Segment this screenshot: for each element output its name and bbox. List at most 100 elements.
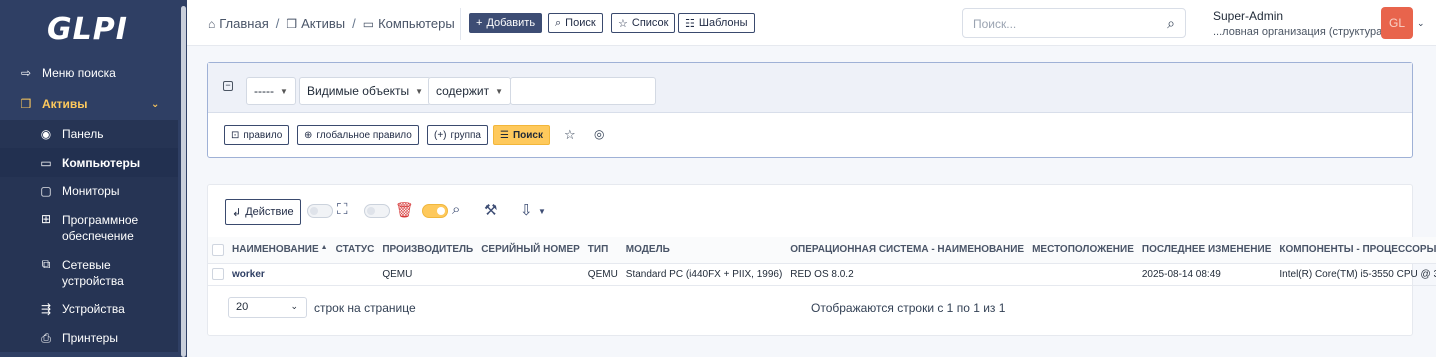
table-cell: RED OS 8.0.2 xyxy=(786,263,1029,286)
itemtype-select[interactable]: Видимые объекты ▼ xyxy=(299,77,432,105)
sidebar-item-search-menu[interactable]: ⇨ Меню поиска xyxy=(18,66,187,80)
sidebar-item-software[interactable]: ⊞ Программное обеспечение xyxy=(0,205,178,249)
breadcrumb-computers[interactable]: Компьютеры xyxy=(378,16,455,31)
table-cell: QEMU xyxy=(378,263,478,286)
save-search-star-icon[interactable]: ☆ xyxy=(564,127,576,143)
user-name: Super-Admin xyxy=(1213,9,1284,23)
sidebar: GLPI ⇨ Меню поиска ❒ Активы ⌄ ◉ Панель ▭… xyxy=(0,0,187,357)
per-page-select[interactable]: 20 ⌄ xyxy=(228,297,307,318)
glpi-logo[interactable]: GLPI xyxy=(0,0,187,58)
sidebar-item-label: Программное обеспечение xyxy=(62,213,139,243)
table-header-row: НАИМЕНОВАНИЕ ▲ СТАТУС ПРОИЗВОДИТЕЛЬ СЕРИЙ… xyxy=(208,237,1436,264)
add-group-button[interactable]: (+) группа xyxy=(427,125,488,145)
sort-up-icon: ▲ xyxy=(320,244,328,252)
add-button[interactable]: + Добавить xyxy=(469,13,543,33)
item-name-link[interactable]: worker xyxy=(228,263,332,286)
star-icon: ☆ xyxy=(618,17,628,30)
cube-icon: ❒ xyxy=(286,16,298,31)
search-filter-toggle[interactable] xyxy=(422,204,448,218)
remove-criterion-icon[interactable]: − xyxy=(223,81,233,91)
user-menu[interactable]: Super-Admin ...ловная организация (струк… xyxy=(1213,9,1386,38)
column-header[interactable]: НАИМЕНОВАНИЕ ▲ xyxy=(228,237,332,264)
submit-search-button[interactable]: ☰ Поиск xyxy=(493,125,550,145)
search-criteria-panel: − ----- ▼ Видимые объекты ▼ содержит ▼ ⊡ пра… xyxy=(207,62,1413,158)
column-header[interactable]: ОПЕРАЦИОННАЯ СИСТЕМА - НАИМЕНОВАНИЕ xyxy=(786,237,1029,264)
sidebar-item-assets[interactable]: ❒ Активы ⌄ xyxy=(18,97,187,111)
sidebar-item-label: Сетевые устройства xyxy=(62,258,124,288)
breadcrumb: ⌂ Главная / ❒ Активы / ▭ Компьютеры xyxy=(208,16,455,31)
row-checkbox[interactable] xyxy=(212,268,224,280)
global-search-input[interactable]: Поиск... ⌕ xyxy=(962,8,1186,38)
table-row[interactable]: worker QEMU QEMU Standard PC (i440FX + P… xyxy=(208,263,1436,286)
column-header[interactable]: ПОСЛЕДНЕЕ ИЗМЕНЕНИЕ xyxy=(1137,237,1276,264)
search-icon[interactable]: ⌕ xyxy=(1167,15,1175,32)
sidebar-item-label: Меню поиска xyxy=(42,66,116,80)
pagination-info: Отображаются строки с 1 по 1 из 1 xyxy=(811,301,1006,315)
breadcrumb-home[interactable]: Главная xyxy=(219,16,268,31)
export-icon[interactable]: ⇩ xyxy=(520,201,533,219)
cube-icon: ❒ xyxy=(20,97,32,111)
column-header[interactable]: ПРОИЗВОДИТЕЛЬ xyxy=(378,237,478,264)
action-arrow-icon: ↲ xyxy=(232,206,242,219)
top-header: ⌂ Главная / ❒ Активы / ▭ Компьютеры + До… xyxy=(187,0,1436,46)
dashboard-icon: ◉ xyxy=(40,127,52,141)
sidebar-item-label: Принтеры xyxy=(62,331,118,345)
templates-button[interactable]: ☷ Шаблоны xyxy=(678,13,755,33)
avatar[interactable]: GL xyxy=(1381,7,1413,39)
sidebar-item-monitors[interactable]: ▢ Мониторы xyxy=(0,177,178,205)
column-header[interactable]: СТАТУС xyxy=(331,237,379,264)
home-icon: ⌂ xyxy=(208,16,216,31)
results-table: НАИМЕНОВАНИЕ ▲ СТАТУС ПРОИЗВОДИТЕЛЬ СЕРИЙ… xyxy=(208,237,1436,286)
search-button[interactable]: ⌕ Поиск xyxy=(548,13,603,33)
caret-down-icon: ▼ xyxy=(279,86,288,96)
sidebar-item-label: Компьютеры xyxy=(62,155,141,170)
chevron-down-icon[interactable]: ⌄ xyxy=(1417,18,1425,29)
sidebar-item-network[interactable]: ⧉ Сетевые устройства xyxy=(0,249,178,294)
map-toggle[interactable] xyxy=(307,204,333,218)
massive-action-button[interactable]: ↲ Действие xyxy=(225,199,301,225)
search-icon: ⌕ xyxy=(452,201,461,218)
chevron-down-icon: ⌄ xyxy=(290,301,298,311)
operator-select[interactable]: содержит ▼ xyxy=(428,77,512,105)
table-cell xyxy=(1028,263,1138,286)
entity-name: ...ловная организация (структура) xyxy=(1213,26,1386,38)
table-cell xyxy=(331,263,379,286)
network-icon: ⧉ xyxy=(41,257,51,271)
brackets-icon: (+) xyxy=(434,129,447,141)
usb-icon: ⇶ xyxy=(40,302,52,316)
list-button[interactable]: ☆ Список xyxy=(611,13,676,33)
trash-toggle[interactable] xyxy=(364,204,390,218)
table-cell: QEMU xyxy=(583,263,622,286)
column-header[interactable]: МОДЕЛЬ xyxy=(621,237,787,264)
add-global-rule-button[interactable]: ⊕ глобальное правило xyxy=(297,125,419,145)
sidebar-item-devices[interactable]: ⇶ Устройства xyxy=(0,294,178,324)
laptop-icon: ▭ xyxy=(362,16,375,31)
sidebar-item-dashboard[interactable]: ◉ Панель xyxy=(0,120,178,148)
breadcrumb-assets[interactable]: Активы xyxy=(301,16,345,31)
column-header[interactable]: МЕСТОПОЛОЖЕНИЕ xyxy=(1028,237,1138,264)
sidebar-scrollbar[interactable] xyxy=(181,6,186,357)
circle-plus-icon: ⊕ xyxy=(304,129,313,141)
square-plus-icon: ⊡ xyxy=(231,129,240,141)
add-rule-button[interactable]: ⊡ правило xyxy=(224,125,290,145)
results-card: ↲ Действие ⛶ 🗑 ⌕ ⚒ ⇩ ▼ НАИМЕНОВАНИЕ ▲ СТА… xyxy=(207,184,1436,336)
reset-search-icon[interactable]: ◎ xyxy=(594,127,604,141)
sidebar-item-computers[interactable]: ▭ Компьютеры xyxy=(0,148,178,177)
select-all-checkbox[interactable] xyxy=(212,243,224,256)
trash-icon: 🗑 xyxy=(395,202,415,219)
column-header[interactable]: СЕРИЙНЫЙ НОМЕР xyxy=(477,237,584,264)
template-icon: ☷ xyxy=(685,17,695,30)
sidebar-item-printers[interactable]: ⎙ Принтеры xyxy=(0,324,178,352)
column-header[interactable]: КОМПОНЕНТЫ - ПРОЦЕССОРЫ xyxy=(1275,237,1436,264)
field-select[interactable]: ----- ▼ xyxy=(246,77,296,105)
header-divider xyxy=(460,8,461,40)
table-cell: Intel(R) Core(TM) i5-3550 CPU @ 3.30GHz xyxy=(1275,263,1436,286)
printer-icon: ⎙ xyxy=(41,330,51,345)
column-header[interactable]: ТИП xyxy=(583,237,622,264)
criterion-value-input[interactable] xyxy=(510,77,656,105)
chevron-down-icon[interactable]: ▼ xyxy=(538,207,546,216)
search-icon: ⌕ xyxy=(555,16,562,29)
wrench-icon[interactable]: ⚒ xyxy=(484,201,497,219)
search-menu-icon: ⇨ xyxy=(20,66,32,80)
map-icon: ⛶ xyxy=(337,201,348,218)
